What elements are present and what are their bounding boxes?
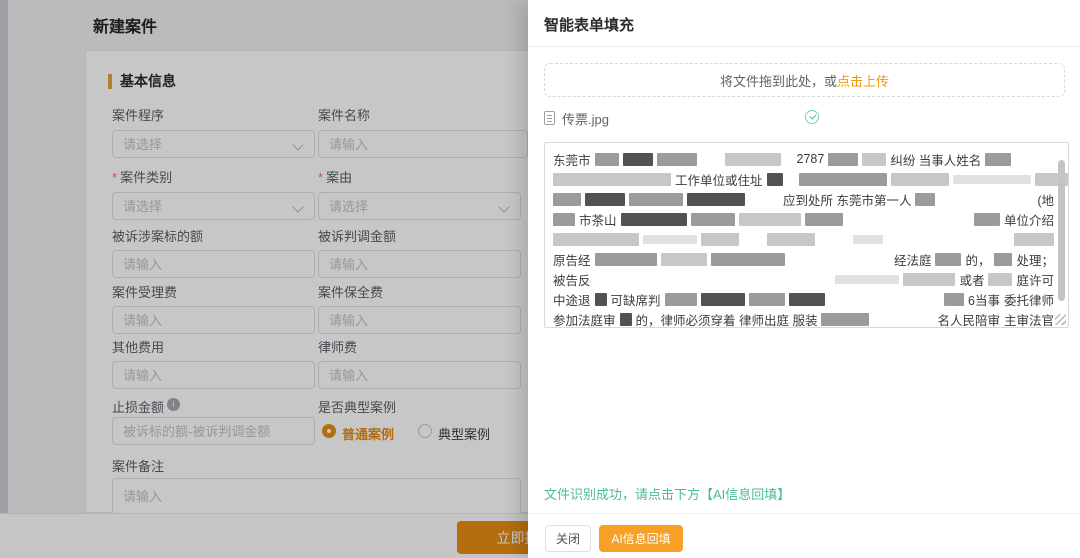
redaction-block	[553, 213, 575, 226]
redacted-text-fragment: 处理；	[1016, 250, 1054, 269]
redacted-line	[553, 229, 1054, 249]
redacted-text-fragment: 的，	[965, 250, 990, 269]
redaction-block	[805, 213, 843, 226]
upload-drag-text: 将文件拖到此处，或	[720, 71, 837, 90]
redaction-block	[915, 193, 935, 206]
redacted-line: 工作单位或住址	[553, 169, 1054, 189]
redaction-block	[789, 293, 825, 306]
redacted-line: 东莞市 2787 纠纷 当事人姓名	[553, 149, 1054, 169]
redacted-text-fragment: 市茶山	[579, 210, 617, 229]
redacted-line: 原告经 经法庭 的， 处理；	[553, 249, 1054, 269]
redaction-block	[828, 153, 858, 166]
redacted-text-fragment: 主审法官	[1004, 310, 1054, 329]
redaction-block	[862, 153, 886, 166]
redaction-block	[799, 173, 887, 186]
redaction-block	[701, 233, 739, 246]
preview-resize-handle[interactable]	[1055, 314, 1066, 325]
redaction-block	[595, 293, 607, 306]
redacted-text-fragment: 中途退	[553, 290, 591, 309]
redacted-text-fragment: 名人民陪审	[937, 310, 1000, 329]
redacted-text-fragment: 经法庭	[894, 250, 932, 269]
redaction-block	[687, 193, 745, 206]
redaction-block	[643, 235, 697, 244]
redaction-block	[629, 193, 683, 206]
upload-dropzone[interactable]: 将文件拖到此处，或点击上传	[544, 63, 1065, 97]
redaction-block	[595, 153, 619, 166]
redaction-block	[891, 173, 949, 186]
uploaded-document-preview[interactable]: 东莞市 2787 纠纷 当事人姓名 工作单位或住址 应到处所 东莞市第一人 (地 市茶…	[544, 142, 1069, 328]
redaction-block	[994, 253, 1012, 266]
redacted-text-fragment: 的，律师必须穿着 律师出庭 服装	[636, 310, 818, 329]
redaction-block	[595, 253, 657, 266]
redacted-line: 参加法庭审 的，律师必须穿着 律师出庭 服装 名人民陪审主审法官	[553, 309, 1054, 328]
redaction-block	[701, 293, 745, 306]
preview-scrollbar-thumb[interactable]	[1058, 160, 1065, 301]
redacted-text-fragment: 庭许可	[1016, 270, 1054, 289]
redacted-line: 市茶山 单位介绍	[553, 209, 1054, 229]
redacted-text-fragment: 6当事	[968, 290, 1000, 309]
redacted-text-fragment: 原告经	[553, 250, 591, 269]
redaction-block	[711, 253, 785, 266]
redaction-block	[725, 153, 781, 166]
smart-fill-drawer: 智能表单填充 将文件拖到此处，或点击上传 传票.jpg 东莞市 2787 纠纷 当事…	[528, 0, 1080, 558]
redaction-block	[903, 273, 955, 286]
redaction-block	[553, 173, 671, 186]
drawer-footer: 关闭 AI信息回填	[528, 513, 1080, 558]
redaction-block	[767, 233, 815, 246]
uploaded-file-name: 传票.jpg	[562, 109, 609, 128]
redaction-block	[835, 275, 899, 284]
redaction-block	[767, 173, 783, 186]
redacted-text-fragment: 纠纷 当事人姓名	[890, 150, 981, 169]
file-icon	[544, 111, 555, 125]
redaction-block	[1014, 233, 1054, 246]
uploaded-file-row[interactable]: 传票.jpg	[544, 106, 1049, 130]
redacted-text-fragment: (地	[1037, 190, 1054, 209]
redacted-line: 应到处所 东莞市第一人 (地	[553, 189, 1054, 209]
redaction-block	[553, 233, 639, 246]
redaction-block	[749, 293, 785, 306]
close-button[interactable]: 关闭	[545, 525, 591, 552]
redacted-line: 中途退 可缺席判 6当事委托律师	[553, 289, 1054, 309]
redaction-block	[691, 213, 735, 226]
redaction-block	[985, 153, 1011, 166]
redacted-line: 被告反 或者 庭许可	[553, 269, 1054, 289]
recognition-status-text: 文件识别成功，请点击下方【AI信息回填】	[544, 484, 790, 503]
redacted-text-fragment: 委托律师	[1004, 290, 1054, 309]
app-window: 新建案件 基本信息 案件程序 案件名称 *案件类别 *案由 被诉涉案标的额 被诉…	[0, 0, 1080, 558]
redacted-text-fragment: 应到处所 东莞市第一人	[783, 190, 911, 209]
redaction-block	[953, 175, 1031, 184]
redaction-block	[739, 213, 801, 226]
redaction-block	[553, 193, 581, 206]
redaction-block	[944, 293, 964, 306]
redaction-block	[988, 273, 1012, 286]
upload-success-check-icon	[805, 110, 819, 124]
redacted-text-fragment: 2787	[797, 152, 825, 166]
redaction-block	[657, 153, 697, 166]
redaction-block	[661, 253, 707, 266]
redaction-block	[623, 153, 653, 166]
redaction-block	[853, 235, 883, 244]
redacted-text-fragment: 东莞市	[553, 150, 591, 169]
redacted-text-fragment: 工作单位或住址	[675, 170, 763, 189]
ai-fill-button[interactable]: AI信息回填	[599, 525, 683, 552]
redaction-block	[621, 213, 687, 226]
redaction-block	[935, 253, 961, 266]
redacted-text-fragment: 参加法庭审	[553, 310, 616, 329]
drawer-title: 智能表单填充	[544, 14, 634, 35]
redacted-text-fragment: 可缺席判	[611, 290, 661, 309]
redaction-block	[665, 293, 697, 306]
drawer-header: 智能表单填充	[528, 0, 1080, 47]
upload-link[interactable]: 点击上传	[837, 71, 889, 90]
redaction-block	[974, 213, 1000, 226]
redaction-block	[821, 313, 869, 326]
redacted-text-fragment: 单位介绍	[1004, 210, 1054, 229]
redaction-block	[585, 193, 625, 206]
redaction-block	[620, 313, 632, 326]
redacted-text-fragment: 被告反	[553, 270, 591, 289]
redacted-text-fragment: 或者	[959, 270, 984, 289]
